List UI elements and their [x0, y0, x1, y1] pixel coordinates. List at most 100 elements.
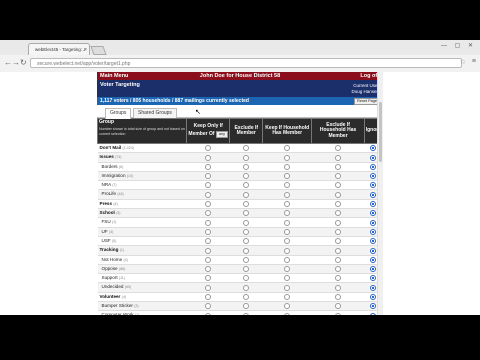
radio-button[interactable] — [335, 154, 342, 161]
radio-selected[interactable] — [370, 303, 377, 310]
radio-selected[interactable] — [370, 266, 377, 273]
radio-button[interactable] — [205, 238, 212, 245]
radio-button[interactable] — [243, 247, 250, 254]
radio-selected[interactable] — [370, 256, 377, 263]
radio-button[interactable] — [335, 266, 342, 273]
radio-button[interactable] — [243, 219, 250, 226]
radio-selected[interactable] — [370, 182, 377, 189]
radio-button[interactable] — [335, 256, 342, 263]
forward-arrow-icon[interactable]: → — [12, 58, 20, 68]
bookmark-star-icon[interactable]: ☆ — [460, 58, 466, 66]
radio-selected[interactable] — [370, 228, 377, 235]
tab-shared-groups[interactable]: Shared Groups — [133, 108, 177, 118]
group-name[interactable]: Volunteer — [100, 294, 121, 299]
radio-button[interactable] — [284, 154, 291, 161]
radio-button[interactable] — [284, 210, 291, 217]
radio-button[interactable] — [284, 266, 291, 273]
radio-button[interactable] — [284, 163, 291, 170]
subgroup-name[interactable]: ProLife — [102, 191, 117, 196]
radio-button[interactable] — [205, 182, 212, 189]
scrollbar[interactable] — [377, 72, 383, 315]
radio-selected[interactable] — [370, 201, 377, 208]
radio-button[interactable] — [243, 294, 250, 301]
radio-button[interactable] — [284, 238, 291, 245]
radio-button[interactable] — [335, 247, 342, 254]
radio-button[interactable] — [243, 303, 250, 310]
radio-button[interactable] — [205, 163, 212, 170]
radio-selected[interactable] — [370, 145, 377, 152]
radio-button[interactable] — [284, 145, 291, 152]
radio-button[interactable] — [284, 201, 291, 208]
radio-selected[interactable] — [370, 247, 377, 254]
radio-button[interactable] — [243, 191, 250, 198]
subgroup-name[interactable]: FSU — [102, 219, 111, 224]
group-name[interactable]: Tracking — [100, 247, 119, 252]
radio-button[interactable] — [335, 303, 342, 310]
window-controls[interactable]: — ▢ ✕ — [441, 42, 476, 49]
subgroup-name[interactable]: NRA — [102, 182, 111, 187]
radio-button[interactable] — [335, 228, 342, 235]
radio-button[interactable] — [205, 303, 212, 310]
radio-button[interactable] — [205, 275, 212, 282]
radio-button[interactable] — [243, 238, 250, 245]
radio-button[interactable] — [205, 154, 212, 161]
subgroup-name[interactable]: UF — [102, 229, 108, 234]
radio-button[interactable] — [335, 294, 342, 301]
radio-button[interactable] — [335, 210, 342, 217]
address-bar[interactable]: secure.webelect.net/app/voter/target1.ph… — [30, 58, 462, 68]
subgroup-name[interactable]: Support — [102, 275, 118, 280]
radio-button[interactable] — [205, 247, 212, 254]
radio-button[interactable] — [205, 191, 212, 198]
group-name[interactable]: School — [100, 210, 115, 215]
radio-selected[interactable] — [370, 173, 377, 180]
radio-button[interactable] — [205, 294, 212, 301]
radio-button[interactable] — [335, 163, 342, 170]
radio-button[interactable] — [243, 154, 250, 161]
radio-button[interactable] — [205, 145, 212, 152]
radio-selected[interactable] — [370, 219, 377, 226]
radio-button[interactable] — [284, 182, 291, 189]
radio-button[interactable] — [284, 284, 291, 291]
radio-selected[interactable] — [370, 284, 377, 291]
radio-selected[interactable] — [370, 238, 377, 245]
radio-button[interactable] — [205, 256, 212, 263]
radio-button[interactable] — [284, 219, 291, 226]
radio-button[interactable] — [243, 228, 250, 235]
back-arrow-icon[interactable]: ← — [4, 58, 12, 68]
radio-button[interactable] — [243, 284, 250, 291]
radio-button[interactable] — [243, 210, 250, 217]
radio-button[interactable] — [205, 228, 212, 235]
radio-button[interactable] — [284, 173, 291, 180]
tab-groups[interactable]: Groups — [105, 108, 132, 119]
radio-button[interactable] — [335, 173, 342, 180]
radio-button[interactable] — [205, 284, 212, 291]
radio-button[interactable] — [205, 173, 212, 180]
group-name[interactable]: Don't Mail — [100, 145, 122, 150]
radio-button[interactable] — [243, 256, 250, 263]
radio-button[interactable] — [335, 275, 342, 282]
subgroup-name[interactable]: Borders — [102, 164, 118, 169]
radio-button[interactable] — [284, 228, 291, 235]
radio-button[interactable] — [335, 145, 342, 152]
subgroup-name[interactable]: Immigration — [102, 173, 126, 178]
subgroup-name[interactable]: Bumper Sticker — [102, 303, 133, 308]
subgroup-name[interactable]: Not Home — [102, 257, 123, 262]
radio-button[interactable] — [243, 145, 250, 152]
radio-selected[interactable] — [370, 275, 377, 282]
group-name[interactable]: Press — [100, 201, 113, 206]
keep-only-toggle[interactable]: any — [215, 130, 229, 138]
radio-button[interactable] — [205, 266, 212, 273]
radio-button[interactable] — [284, 294, 291, 301]
radio-button[interactable] — [205, 219, 212, 226]
subgroup-name[interactable]: Oppose — [102, 266, 118, 271]
radio-button[interactable] — [243, 173, 250, 180]
radio-button[interactable] — [335, 191, 342, 198]
radio-button[interactable] — [205, 210, 212, 217]
subgroup-name[interactable]: USF — [102, 238, 111, 243]
radio-button[interactable] — [335, 201, 342, 208]
scroll-thumb[interactable] — [379, 102, 382, 162]
radio-button[interactable] — [284, 275, 291, 282]
new-tab-button[interactable] — [90, 46, 107, 55]
group-name[interactable]: Issues — [100, 154, 114, 159]
radio-button[interactable] — [335, 238, 342, 245]
